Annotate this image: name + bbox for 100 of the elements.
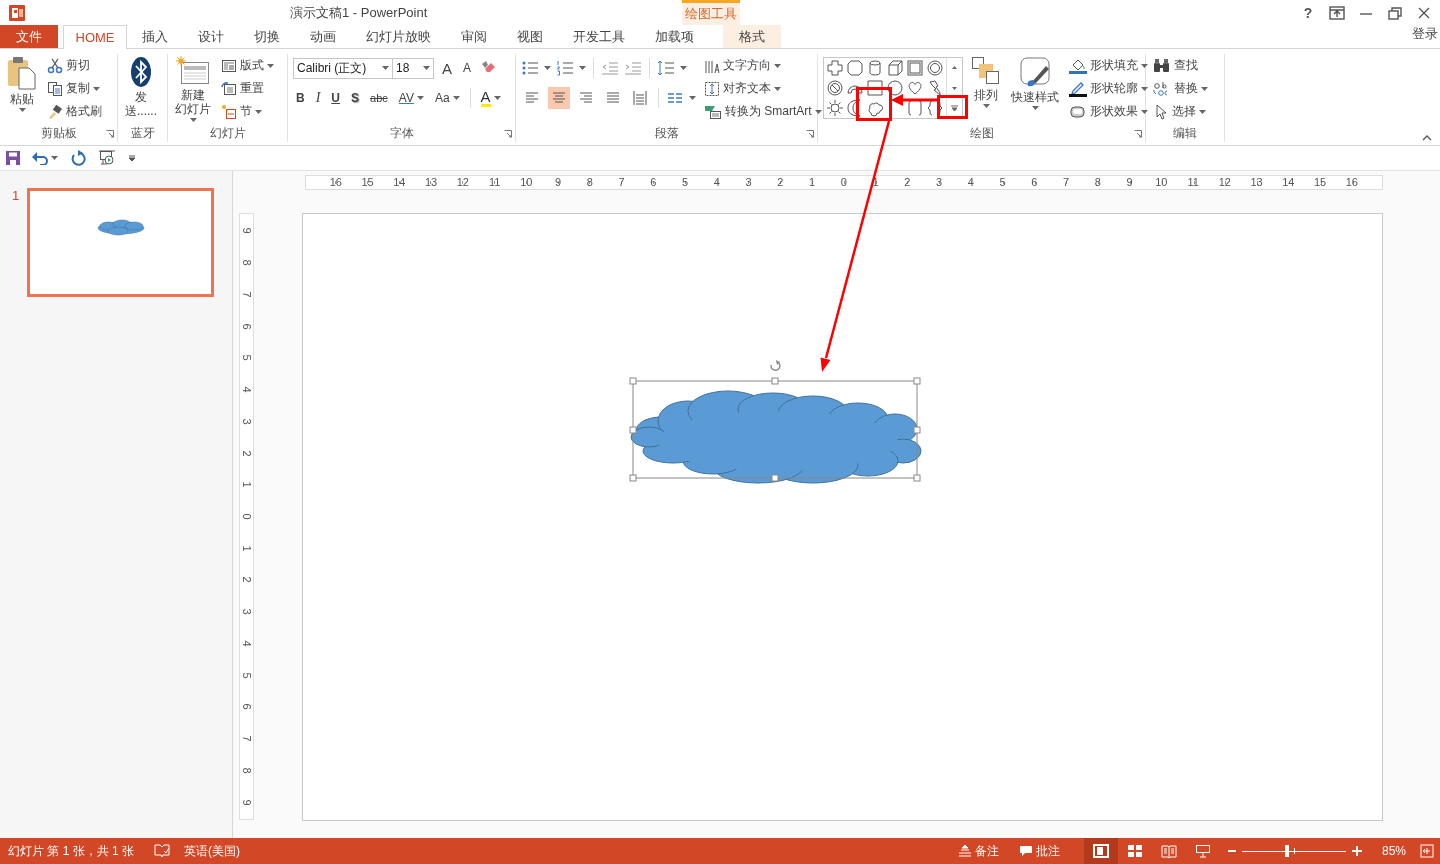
- shrink-font-button[interactable]: A: [460, 57, 475, 79]
- ruler-label: 4: [240, 386, 253, 393]
- ruler-label: 6: [1030, 176, 1039, 189]
- group-label: 幻灯片: [209, 125, 246, 142]
- ruler-label: 1: [240, 481, 253, 488]
- group-label: 字体: [389, 125, 414, 142]
- comments-button[interactable]: 批注: [1018, 842, 1060, 860]
- ruler-label: 3: [240, 608, 253, 615]
- zoom-level[interactable]: 85%: [1381, 844, 1406, 858]
- new-slide-button[interactable]: 新建 幻灯片: [173, 54, 213, 124]
- ruler-label: 8: [585, 176, 594, 189]
- font-name-field[interactable]: Calibri (正文): [293, 57, 393, 79]
- ribbon-tab[interactable]: 插入: [127, 25, 183, 48]
- convert-smartart-button[interactable]: 转换为 SmartArt: [702, 100, 824, 123]
- align-text-button[interactable]: 对齐文本: [702, 77, 824, 100]
- ruler-label: 9: [240, 799, 253, 806]
- context-tab-label: 绘图工具: [682, 0, 740, 25]
- notes-button[interactable]: 备注: [957, 842, 999, 860]
- ruler-label: 15: [1313, 176, 1328, 189]
- ribbon-tab[interactable]: 审阅: [446, 25, 502, 48]
- ruler-label: 10: [519, 176, 534, 189]
- ruler-label: 1: [240, 545, 253, 552]
- ruler-label: 13: [424, 176, 439, 189]
- window-title: 演示文稿1 - PowerPoint: [290, 3, 429, 22]
- find-button[interactable]: 查找: [1151, 54, 1210, 77]
- select-button[interactable]: 选择: [1151, 100, 1210, 123]
- group-label: 剪贴板: [40, 125, 77, 142]
- ruler-label: 5: [998, 176, 1007, 189]
- ruler-label: 12: [1217, 176, 1232, 189]
- ruler-label: 2: [903, 176, 912, 189]
- strikethrough-button[interactable]: abc: [367, 87, 391, 109]
- change-case-button[interactable]: Aa: [431, 87, 463, 109]
- ruler-label: 2: [240, 449, 253, 457]
- cut-button[interactable]: 剪切: [45, 54, 104, 77]
- ruler-label: 14: [1281, 176, 1296, 189]
- ruler-label: 14: [392, 176, 407, 189]
- bold-button[interactable]: B: [293, 87, 308, 109]
- italic-button[interactable]: I: [312, 87, 324, 109]
- ruler-label: 9: [1125, 176, 1134, 189]
- slide-counter: 幻灯片 第 1 张，共 1 张: [8, 842, 135, 860]
- sign-in-link[interactable]: 登录: [1412, 25, 1438, 43]
- reset-button[interactable]: 重置: [219, 77, 276, 100]
- ruler-label: 3: [935, 176, 944, 189]
- section-button[interactable]: 节: [219, 100, 276, 123]
- ruler-label: 1: [808, 176, 817, 189]
- quick-styles-button[interactable]: 快速样式: [1009, 54, 1061, 112]
- ruler-label: 13: [1249, 176, 1264, 189]
- language-button[interactable]: 英语(美国): [184, 842, 241, 860]
- ruler-label: 12: [455, 176, 470, 189]
- ribbon-tab[interactable]: 切换: [239, 25, 295, 48]
- ruler-label: 7: [240, 735, 253, 742]
- ruler-label: 0: [839, 176, 848, 189]
- ruler-label: 4: [712, 176, 721, 189]
- shape-effects-button[interactable]: 形状效果: [1067, 100, 1150, 123]
- ruler-label: 4: [240, 640, 253, 647]
- ribbon-tab[interactable]: 动画: [295, 25, 351, 48]
- shape-fill-button[interactable]: 形状填充: [1067, 54, 1150, 77]
- slide-number: 1: [12, 188, 21, 203]
- text-direction-button[interactable]: 文字方向: [702, 54, 824, 77]
- arrange-button[interactable]: 排列: [969, 54, 1003, 110]
- ruler-label: 11: [487, 176, 502, 189]
- ribbon-tab[interactable]: 设计: [183, 25, 239, 48]
- help-button[interactable]: ?: [1300, 4, 1316, 21]
- grow-font-button[interactable]: A: [439, 57, 455, 79]
- ribbon-tab[interactable]: 加载项: [640, 25, 709, 48]
- format-painter-button[interactable]: 格式刷: [45, 100, 104, 123]
- copy-button[interactable]: 复制: [45, 77, 104, 100]
- ribbon-tab[interactable]: 开发工具: [558, 25, 640, 48]
- ruler-label: 10: [1154, 176, 1169, 189]
- ribbon-tab[interactable]: HOME: [63, 25, 127, 49]
- ruler-label: 5: [681, 176, 690, 189]
- group-label: 蓝牙: [130, 125, 155, 142]
- ruler-label: 5: [240, 672, 253, 679]
- ruler-label: 5: [240, 354, 253, 361]
- ruler-label: 7: [617, 176, 626, 189]
- spacing-button[interactable]: AV: [395, 87, 427, 109]
- send-button[interactable]: 发 送......: [123, 54, 159, 120]
- ruler-label: 9: [240, 227, 253, 234]
- ruler-label: 0: [240, 513, 253, 520]
- font-size-field[interactable]: 18: [392, 57, 434, 79]
- paste-button[interactable]: 粘贴: [5, 54, 39, 114]
- group-label: 绘图: [969, 125, 994, 142]
- group-label: 段落: [654, 125, 679, 142]
- ruler-label: 3: [240, 418, 253, 425]
- underline-button[interactable]: U: [328, 87, 343, 109]
- ribbon-tab[interactable]: 格式: [723, 25, 781, 48]
- layout-button[interactable]: 版式: [219, 54, 276, 77]
- ribbon-tab[interactable]: 视图: [502, 25, 558, 48]
- replace-button[interactable]: 替换: [1151, 77, 1210, 100]
- font-color-button[interactable]: A: [477, 87, 504, 109]
- shape-outline-button[interactable]: 形状轮廓: [1067, 77, 1150, 100]
- ribbon-tab[interactable]: 文件: [0, 25, 58, 48]
- ruler-label: 7: [240, 291, 253, 298]
- ruler-label: 4: [966, 176, 975, 189]
- ruler-label: 8: [240, 767, 253, 774]
- ruler-label: 6: [240, 703, 253, 710]
- shadow-button[interactable]: S: [348, 87, 363, 109]
- ruler-label: 2: [240, 576, 253, 583]
- group-label: 编辑: [1173, 125, 1197, 142]
- ribbon-tab[interactable]: 幻灯片放映: [351, 25, 446, 48]
